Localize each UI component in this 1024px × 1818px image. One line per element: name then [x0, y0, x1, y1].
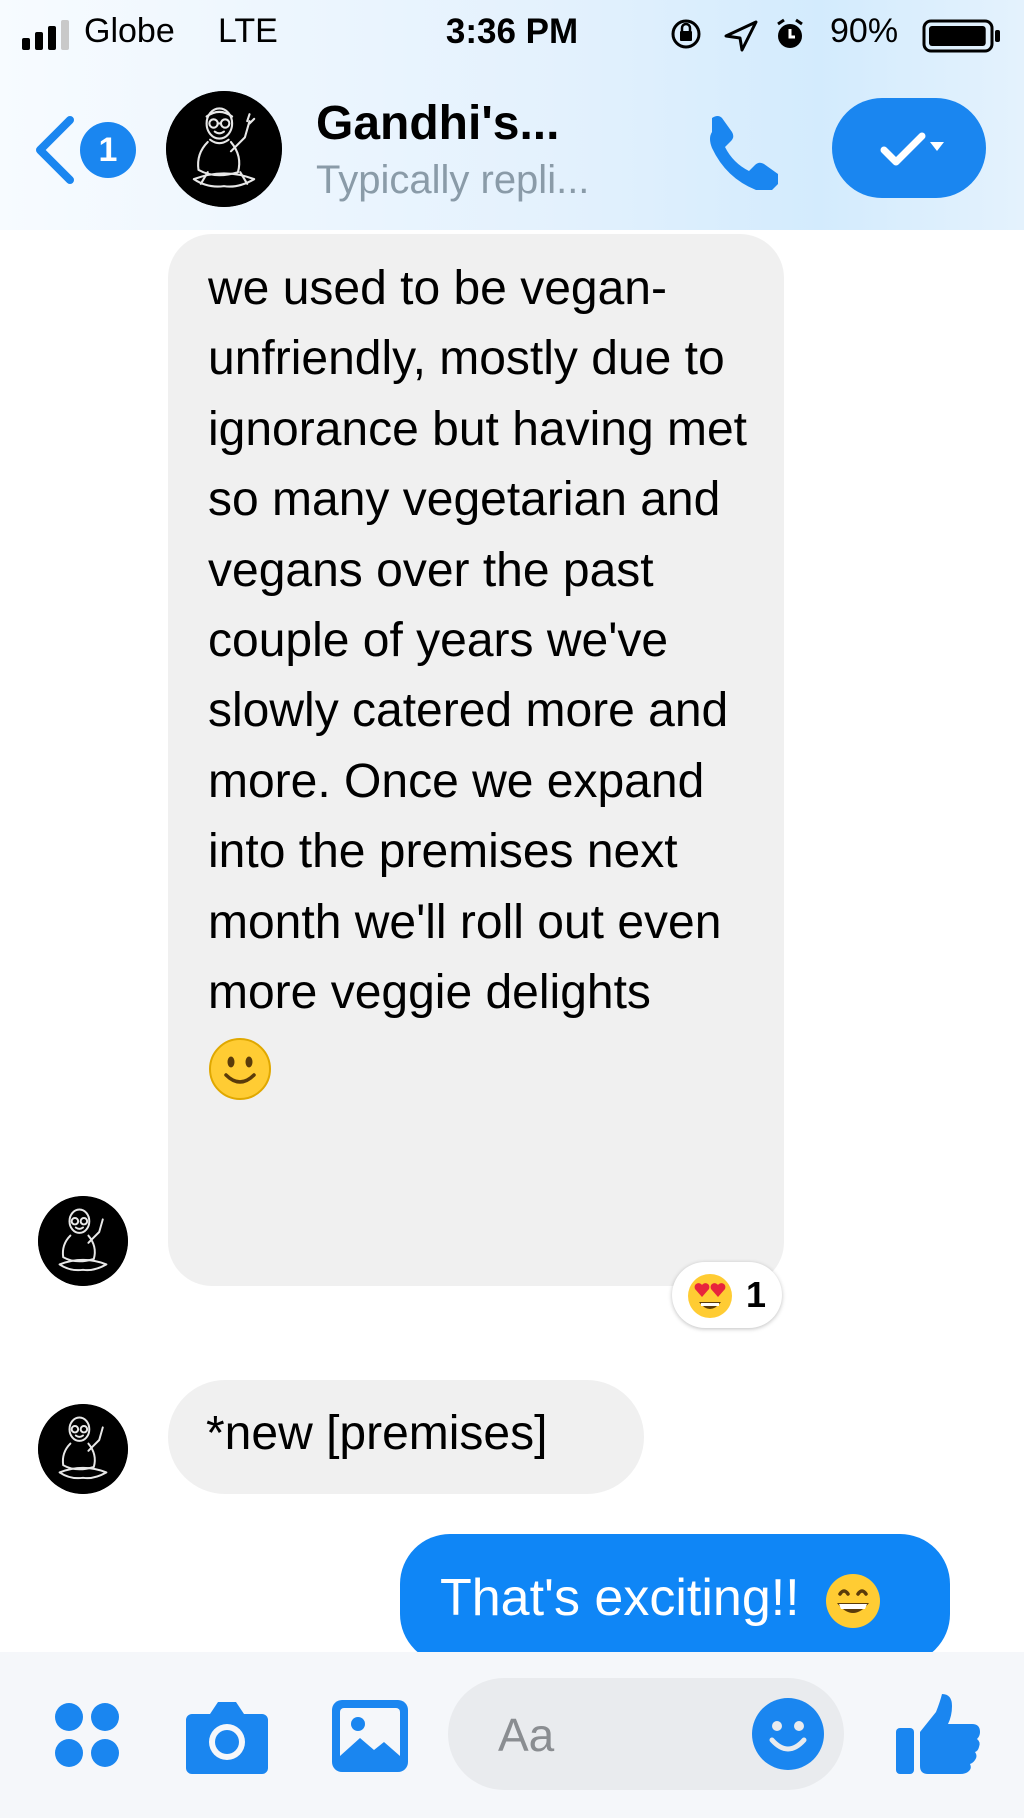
message-reaction[interactable]: 1: [672, 1262, 782, 1328]
reaction-count: 1: [746, 1274, 767, 1315]
contact-name[interactable]: Gandhi's...: [316, 96, 559, 151]
sender-avatar[interactable]: [38, 1196, 128, 1286]
gandhi-avatar-icon: [38, 1196, 128, 1286]
gandhi-avatar-icon: [38, 1404, 128, 1494]
message-bubble-incoming[interactable]: we used to be vegan-unfriendly, mostly d…: [168, 234, 784, 1286]
alarm-icon: [777, 18, 803, 48]
message-bubble-incoming[interactable]: *new [premises]: [168, 1380, 644, 1494]
back-chevron-icon[interactable]: [30, 112, 80, 188]
message-bubble-outgoing[interactable]: That's exciting!!: [400, 1534, 950, 1664]
status-icons: [671, 18, 803, 52]
location-icon: [724, 20, 758, 52]
message-text: *new [premises]: [206, 1407, 548, 1460]
heart-eyes-icon: [688, 1274, 732, 1318]
gandhi-avatar-icon: [166, 91, 282, 207]
gallery-icon[interactable]: [330, 1698, 410, 1774]
thumbs-up-icon[interactable]: [892, 1692, 982, 1778]
phone-icon[interactable]: [696, 108, 778, 190]
mark-done-button[interactable]: [832, 98, 986, 198]
sender-avatar[interactable]: [38, 1404, 128, 1494]
message-text: we used to be vegan-unfriendly, mostly d…: [208, 262, 748, 1020]
unread-badge[interactable]: 1: [80, 122, 136, 178]
status-bar: Globe LTE 3:36 PM 90%: [0, 0, 1024, 70]
battery-percent: 90%: [830, 12, 899, 50]
camera-icon[interactable]: [184, 1696, 270, 1776]
battery-icon: [922, 19, 1000, 53]
message-input-placeholder: Aa: [498, 1709, 555, 1761]
grinning-face-icon: [824, 1572, 882, 1630]
message-text: That's exciting!!: [440, 1569, 800, 1627]
message-input[interactable]: Aa: [448, 1678, 844, 1790]
orientation-lock-icon: [671, 19, 701, 49]
checkmark-icon: [880, 132, 926, 166]
emoji-icon[interactable]: [750, 1696, 826, 1772]
contact-status: Typically repli...: [316, 158, 590, 202]
dropdown-caret-icon: [930, 142, 944, 151]
contact-avatar[interactable]: [166, 91, 282, 207]
apps-icon[interactable]: [52, 1700, 122, 1770]
slightly-smiling-face-icon: [208, 1037, 272, 1101]
message-text-row: That's exciting!!: [440, 1568, 882, 1630]
